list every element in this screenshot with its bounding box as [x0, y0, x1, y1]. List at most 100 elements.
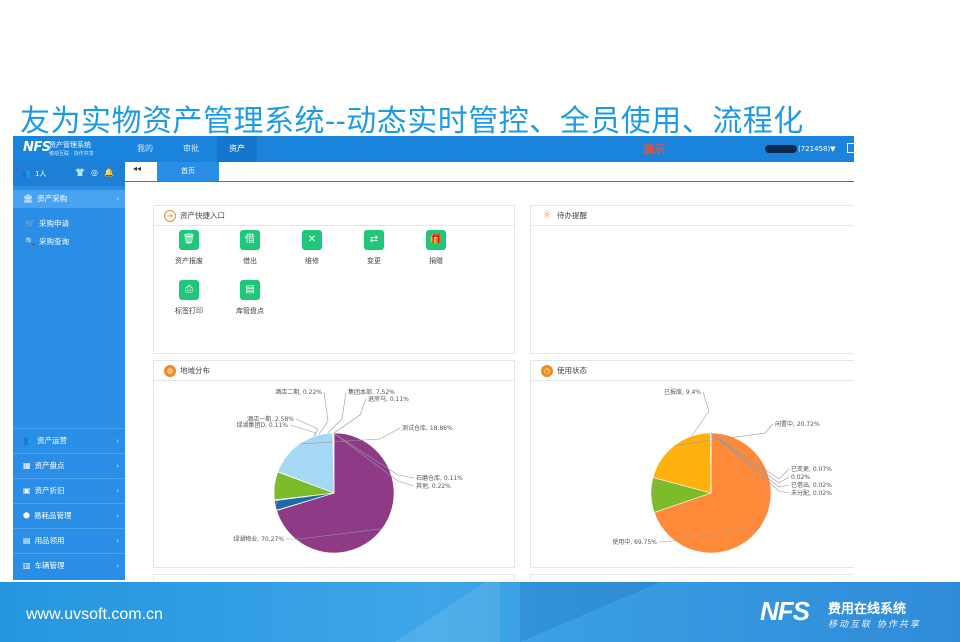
- usage-status-panel: ◷ 使用状态 使用中, 69.75% 已报废, 9.4% 闲置中, 20.72% 已变…: [530, 360, 854, 568]
- sidebar-group-label: 资产采购: [37, 194, 68, 203]
- top-bar: NFS 资产管理系统 移动互联 · 协作共享 我的 审批 资产 演示 (7214…: [13, 136, 854, 162]
- sidebar-group-inventory[interactable]: ▦ 资产盘点 ›: [13, 453, 125, 477]
- quick-item-label-print[interactable]: ⎙ 标签打印: [169, 280, 209, 316]
- chevron-right-icon: ›: [116, 512, 119, 520]
- sidebar-group-label: 资产运营: [36, 436, 67, 445]
- quick-item-repair[interactable]: ✕ 维修: [292, 230, 332, 266]
- users-icon: 👥: [23, 436, 33, 445]
- shirt-icon[interactable]: 👕: [75, 168, 91, 177]
- pie-data-label: 使用中, 69.75%: [612, 538, 657, 546]
- sidebar-group-vehicles[interactable]: ▥ 车辆管理 ›: [13, 553, 125, 577]
- window-icon[interactable]: [847, 143, 854, 153]
- footer-url[interactable]: www.uvsoft.com.cn: [26, 606, 163, 624]
- cube-icon: ⬢: [23, 511, 30, 520]
- clock-icon: ◷: [541, 365, 553, 377]
- chevron-right-icon: ›: [116, 562, 119, 570]
- sidebar-group-supplies[interactable]: ▤ 用品领用 ›: [13, 528, 125, 552]
- todo-panel: ☼ 待办提醒: [530, 205, 854, 354]
- panel-header: ☼ 待办提醒: [531, 206, 854, 226]
- panel-title: 地域分布: [180, 366, 210, 375]
- panel-header: ◷ 使用状态: [531, 361, 854, 381]
- quick-item-borrow[interactable]: 借 借出: [230, 230, 270, 266]
- footer-brand-logo: NFS: [760, 596, 810, 626]
- pie-data-label: 绿湖物业, 70.27%: [233, 535, 284, 543]
- quick-item-donate[interactable]: 🎁 捐赠: [416, 230, 456, 266]
- sidebar-item-label: 采购查询: [38, 237, 69, 246]
- arrow-circle-icon: ➔: [164, 210, 176, 222]
- panel-title: 资产快捷入口: [180, 211, 225, 220]
- quick-item-label: 标签打印: [175, 307, 203, 315]
- logo-name: 资产管理系统: [49, 141, 91, 149]
- panel-partial-left: [153, 574, 515, 580]
- quick-item-label: 变更: [367, 257, 381, 265]
- bell-icon[interactable]: 🔔: [104, 168, 120, 177]
- users-icon: 👥: [21, 169, 31, 178]
- sidebar-group-procurement[interactable]: 🏛 资产采购 ›: [13, 190, 125, 208]
- sidebar-group-operation[interactable]: 👥 资产运营 ›: [13, 428, 125, 452]
- region-pie-chart: 绿湖物业, 70.27%绿湖集团D, 0.11%酒店一期, 2.58%酒店二期,…: [233, 388, 463, 554]
- sidebar-item-purchase-request[interactable]: 🛒 采购申请: [25, 218, 69, 229]
- sidebar-group-label: 资产折旧: [34, 486, 65, 495]
- slide-title: 友为实物资产管理系统--动态实时管控、全员使用、流程化: [20, 104, 804, 139]
- nav-tab-assets[interactable]: 资产: [217, 136, 257, 162]
- tab-strip: ◂◂ 首页: [125, 162, 854, 182]
- lightbulb-icon: ☼: [541, 210, 553, 222]
- pie-data-label: 其他, 0.22%: [416, 482, 451, 490]
- app-window: NFS 资产管理系统 移动互联 · 协作共享 我的 审批 资产 演示 (7214…: [13, 136, 854, 580]
- tab-scroll-back-button[interactable]: ◂◂: [133, 164, 141, 173]
- app-logo[interactable]: NFS 资产管理系统 移动互联 · 协作共享: [13, 136, 125, 162]
- pie-data-label: 石磨仓库, 0.11%: [416, 474, 463, 482]
- sidebar-group-consumables[interactable]: ⬢ 易耗品管理 ›: [13, 503, 125, 527]
- pie-data-label: 闲置中, 20.72%: [775, 420, 820, 428]
- panel-title: 待办提醒: [557, 211, 587, 220]
- decor-shape: [380, 582, 500, 642]
- quick-item-stocktake[interactable]: ▤ 库管盘点: [230, 280, 270, 316]
- badge-icon[interactable]: ◎: [91, 168, 104, 177]
- chevron-right-icon: ›: [116, 195, 119, 203]
- tools-icon: ✕: [302, 230, 322, 250]
- footer-brand-name: 费用在线系统: [828, 602, 907, 617]
- nav-tab-approval[interactable]: 审批: [171, 136, 211, 162]
- pie-data-label: 已变更, 0.07%: [791, 465, 832, 473]
- change-icon: ⇄: [364, 230, 384, 250]
- quick-item-label: 维修: [305, 257, 319, 265]
- vehicle-icon: ▥: [23, 561, 31, 570]
- inventory-icon: ▤: [240, 280, 260, 300]
- pie-data-label: 未分配, 0.02%: [791, 489, 832, 497]
- quick-item-change[interactable]: ⇄ 变更: [354, 230, 394, 266]
- pie-data-label: 酒店一期, 2.58%: [247, 415, 294, 423]
- quick-item-scrap[interactable]: 🗑 资产报废: [169, 230, 209, 266]
- user-name-redacted: [765, 145, 797, 153]
- sidebar: 👥 1人 👕◎🔔 🏛 资产采购 › 🛒 采购申请 🔍 采购查询 👥 资产运营 › ▦ 资产盘点…: [13, 162, 125, 580]
- pie-data-label: 已报废, 9.4%: [664, 388, 701, 396]
- list-icon: ▦: [23, 461, 31, 470]
- quick-item-label: 捐赠: [429, 257, 443, 265]
- online-users-count: 1人: [34, 170, 47, 178]
- chevron-right-icon: ›: [116, 462, 119, 470]
- tab-home[interactable]: 首页: [157, 162, 219, 181]
- region-distribution-panel: ◍ 地域分布 绿湖物业, 70.27% 绿湖集团D, 0.11% 酒店一期, 2.5…: [153, 360, 515, 568]
- sidebar-item-purchase-query[interactable]: 🔍 采购查询: [25, 236, 69, 247]
- online-users[interactable]: 👥 1人: [21, 169, 46, 179]
- cart-icon: 🛒: [25, 219, 35, 228]
- pie-data-label: 0.02%: [791, 474, 810, 481]
- logo-mark: NFS: [23, 140, 51, 155]
- globe-icon: ◍: [164, 365, 176, 377]
- sidebar-group-depreciation[interactable]: ▣ 资产折旧 ›: [13, 478, 125, 502]
- panel-partial-right: [530, 574, 854, 580]
- quick-entry-panel: ➔ 资产快捷入口 🗑 资产报废 借 借出 ✕ 维修 ⇄ 变更 🎁 捐赠 ⎙ 标签…: [153, 205, 515, 354]
- sidebar-status-bar: 👥 1人 👕◎🔔: [13, 162, 125, 186]
- pie-data-label: 退房马, 0.11%: [368, 395, 409, 403]
- user-menu[interactable]: (721458)▼: [765, 142, 836, 156]
- chevron-right-icon: ›: [116, 437, 119, 445]
- panel-header: ➔ 资产快捷入口: [154, 206, 514, 226]
- user-id: (721458)▼: [798, 145, 836, 153]
- quick-item-label: 借出: [243, 257, 257, 265]
- footer-banner: www.uvsoft.com.cn NFS 费用在线系统 移动互联 协作共享: [0, 582, 960, 642]
- nav-tab-mine[interactable]: 我的: [125, 136, 165, 162]
- box-icon: ▤: [23, 536, 31, 545]
- sidebar-group-label: 资产盘点: [34, 461, 65, 470]
- borrow-icon: 借: [240, 230, 260, 250]
- trash-icon: 🗑: [179, 230, 199, 250]
- bank-icon: 🏛: [23, 194, 34, 203]
